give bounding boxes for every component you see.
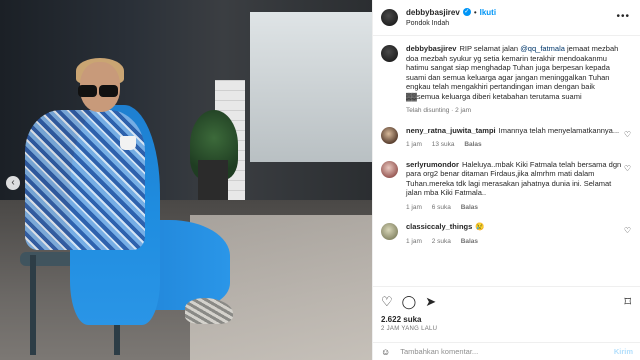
caption-mention-link[interactable]: @qq_fatmala <box>520 44 565 53</box>
heart-icon[interactable]: ♡ <box>624 130 631 139</box>
post-header: debbybasjirev ✓ • Ikuti Pondok Indah ••• <box>373 0 640 36</box>
post-image[interactable]: ‹ <box>0 0 372 360</box>
avatar[interactable] <box>381 126 398 144</box>
heart-icon[interactable]: ♡ <box>624 164 631 173</box>
post-side-panel: debbybasjirev ✓ • Ikuti Pondok Indah •••… <box>372 0 640 360</box>
coffee-cup <box>120 136 136 150</box>
add-comment-bar: ☺ Tambahkan komentar... Kirim <box>373 342 640 360</box>
bookmark-icon[interactable]: ⌑ <box>624 295 631 309</box>
post-actions: ♡ ◯ ➤ ⌑ 2.622 suka 2 JAM YANG LALU ☺ Tam… <box>373 286 640 360</box>
more-icon[interactable]: ••• <box>616 11 630 22</box>
background-window <box>250 12 372 162</box>
reply-button[interactable]: Balas <box>464 141 481 148</box>
author-username[interactable]: debbybasjirev <box>406 7 460 18</box>
comment-time[interactable]: 1 jam <box>406 141 422 148</box>
caption: debbybasjirev RIP selamat jalan @qq_fatma… <box>381 44 633 116</box>
avatar[interactable] <box>381 45 398 62</box>
comment-icon[interactable]: ◯ <box>402 295 417 309</box>
person-jacket <box>25 110 145 250</box>
heart-icon[interactable]: ♡ <box>624 226 631 235</box>
plant-pot <box>198 160 228 200</box>
comment-text: Imannya telah menyelamatkannya... <box>498 125 620 135</box>
like-count[interactable]: 2.622 suka <box>373 311 640 324</box>
reply-button[interactable]: Balas <box>461 238 478 245</box>
sunglasses <box>78 84 122 97</box>
comment-likes[interactable]: 2 suka <box>432 238 451 245</box>
list-item: neny_ratna_juwita_tampi Imannya telah men… <box>381 126 633 150</box>
reply-button[interactable]: Balas <box>461 204 478 211</box>
comment-likes[interactable]: 6 suka <box>432 204 451 211</box>
comment-username[interactable]: neny_ratna_juwita_tampi <box>406 126 496 135</box>
post-location[interactable]: Pondok Indah <box>406 18 496 29</box>
emoji-icon[interactable]: ☺ <box>381 347 390 357</box>
caption-meta: Telah disunting · 2 jam <box>406 107 472 114</box>
comment-time[interactable]: 1 jam <box>406 204 422 211</box>
share-icon[interactable]: ➤ <box>425 295 436 309</box>
comment-username[interactable]: serlyrumondor <box>406 160 459 169</box>
post-timestamp[interactable]: 2 JAM YANG LALU <box>373 324 640 332</box>
list-item: classiccaly_things 😢 1 jam 2 suka Balas ♡ <box>381 222 633 246</box>
avatar[interactable] <box>381 9 398 26</box>
comment-input[interactable]: Tambahkan komentar... <box>400 347 478 356</box>
caption-text-start: RIP selamat jalan <box>459 44 521 53</box>
separator-dot: • <box>473 7 477 17</box>
post-comment-button[interactable]: Kirim <box>614 347 633 356</box>
avatar[interactable] <box>381 160 398 178</box>
avatar[interactable] <box>381 223 398 240</box>
comment-text: 😢 <box>475 222 485 231</box>
follow-button[interactable]: Ikuti <box>480 7 496 18</box>
chevron-left-icon[interactable]: ‹ <box>6 176 20 190</box>
comment-username[interactable]: classiccaly_things <box>406 222 472 231</box>
heart-icon[interactable]: ♡ <box>381 295 393 309</box>
comment-time[interactable]: 1 jam <box>406 238 422 245</box>
comment-likes[interactable]: 13 suka <box>432 141 455 148</box>
verified-badge-icon: ✓ <box>462 8 471 16</box>
caption-username[interactable]: debbybasjirev <box>406 44 456 53</box>
list-item: serlyrumondor Haleluya..mbak Kiki Fatmala… <box>381 160 633 213</box>
comments-list[interactable]: debbybasjirev RIP selamat jalan @qq_fatma… <box>373 36 640 286</box>
